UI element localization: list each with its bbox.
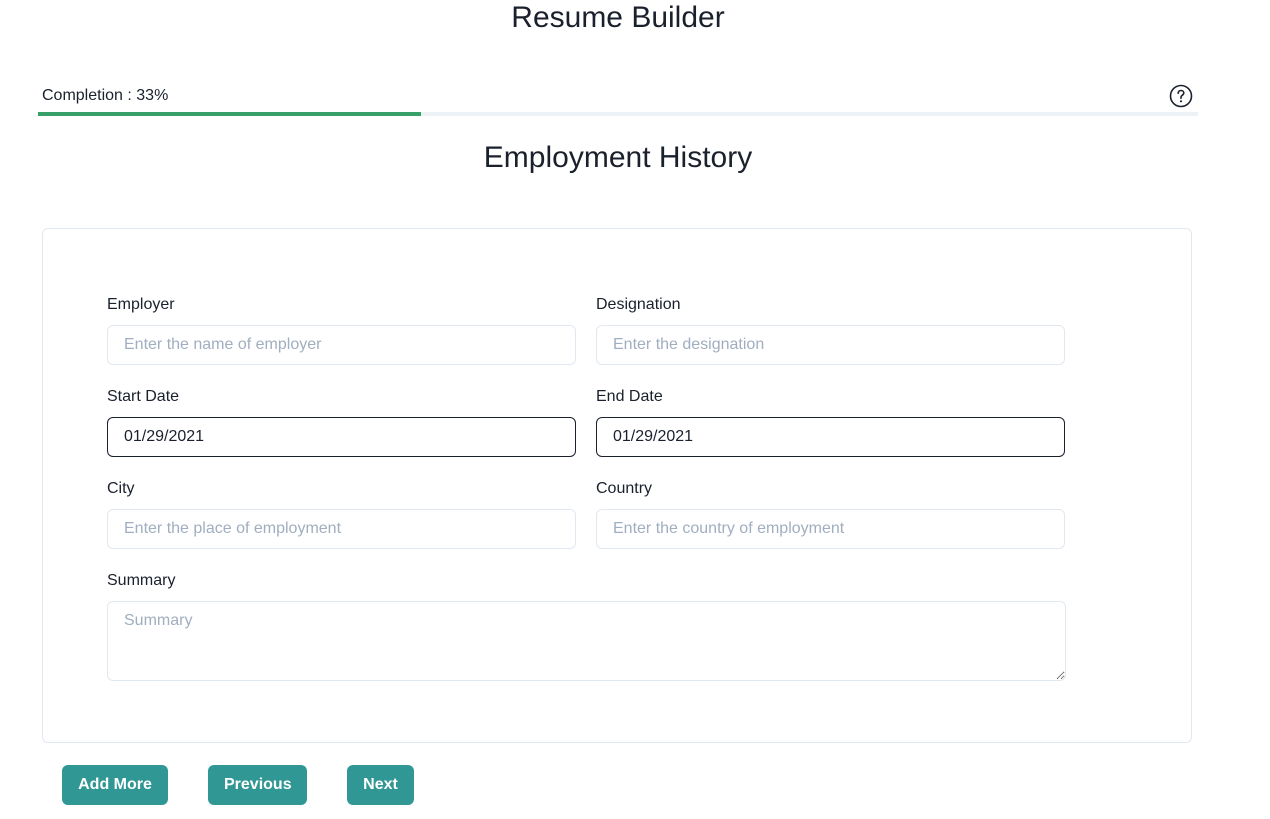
end-date-input[interactable] [596,417,1065,457]
designation-label: Designation [596,296,681,313]
employer-input[interactable] [107,325,576,365]
progress-bar [38,112,1198,116]
employer-label: Employer [107,296,175,313]
country-label: Country [596,480,653,497]
start-date-label: Start Date [107,388,180,405]
summary-textarea[interactable] [107,601,1066,681]
completion-label: Completion : 33% [42,87,169,104]
designation-input[interactable] [596,325,1065,365]
summary-label: Summary [107,572,176,589]
start-date-input[interactable] [107,417,576,457]
question-circle-icon[interactable] [1169,84,1193,108]
add-more-button[interactable]: Add More [62,765,168,805]
country-input[interactable] [596,509,1065,549]
app-title: Resume Builder [511,1,725,34]
progress-fill [38,112,421,116]
next-button[interactable]: Next [347,765,414,805]
city-label: City [107,480,135,497]
end-date-label: End Date [596,388,663,405]
city-input[interactable] [107,509,576,549]
previous-button[interactable]: Previous [208,765,307,805]
section-title: Employment History [483,141,753,174]
